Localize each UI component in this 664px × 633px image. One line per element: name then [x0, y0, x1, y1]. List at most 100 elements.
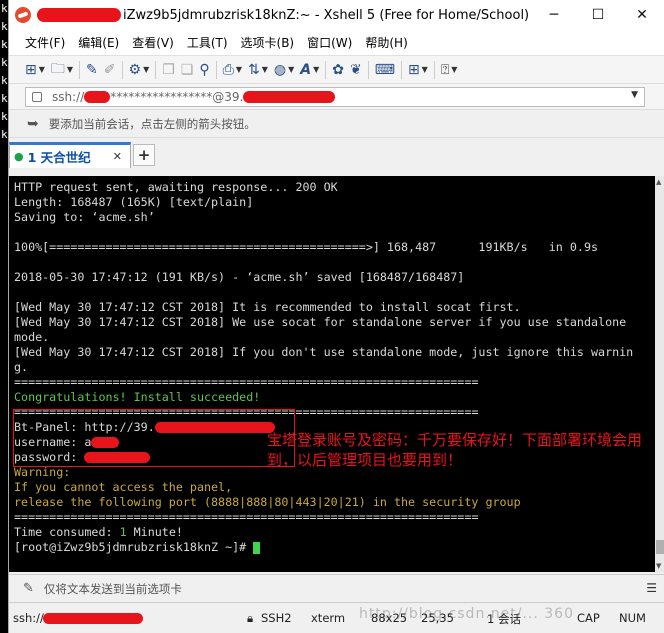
scroll-up-icon[interactable]: ▲ [656, 178, 661, 186]
compose-button[interactable]: ⊞ ▼ [408, 59, 428, 81]
tab-label: 1 天合世纪 [27, 150, 91, 165]
time-value: 1 [119, 525, 127, 539]
printer-icon: ⎙ [222, 61, 234, 78]
disconnect-button[interactable]: ✐ [104, 59, 116, 81]
xshell-logo-icon[interactable] [15, 7, 31, 23]
scroll-down-icon[interactable]: ▼ [656, 562, 661, 570]
menu-tools[interactable]: 工具(T) [187, 34, 228, 51]
address-input[interactable]: ssh:// *****************@39. ▼ [25, 87, 645, 107]
terminal-line: mode. [14, 330, 50, 344]
lock-icon [32, 92, 42, 102]
bookmark-arrow-icon[interactable]: ➥ [27, 116, 39, 132]
transfer-button[interactable]: ⇅ ▼ [248, 59, 268, 81]
address-dropdown-icon[interactable]: ▼ [631, 90, 638, 100]
scroll-thumb[interactable] [656, 540, 664, 554]
new-session-button[interactable]: ⊞ ▼ [25, 59, 45, 81]
menu-view[interactable]: 查看(V) [132, 34, 174, 51]
lock-icon: 🔒︎ [247, 611, 254, 625]
send-text-label: 仅将文本发送到当前选项卡 [43, 581, 182, 596]
toolbar-divider [121, 60, 123, 79]
menu-file[interactable]: 文件(F) [25, 34, 65, 51]
xmanager-button[interactable]: ❦ [350, 59, 362, 81]
address-redaction [84, 91, 111, 103]
keyboard-icon: ⌨ [374, 61, 395, 78]
xftp-icon: ✿ [332, 61, 344, 78]
toolbar-divider [325, 60, 327, 79]
chevron-down-icon: ▼ [38, 65, 45, 74]
maximize-button[interactable]: ☐ [576, 0, 620, 30]
properties-button[interactable]: ⚙ ▼ [129, 59, 150, 81]
menu-edit[interactable]: 编辑(E) [78, 34, 119, 51]
print-button[interactable]: ⎙ ▼ [223, 59, 242, 81]
terminal-line: Length: 168487 (165K) [text/plain] [14, 195, 254, 209]
chevron-down-icon: ▼ [313, 65, 320, 74]
chevron-down-icon: ▼ [143, 65, 150, 74]
toolbar-divider [215, 60, 217, 79]
terminal-line: 100%[===================================… [14, 240, 599, 254]
minimize-button[interactable]: ─ [532, 0, 576, 30]
send-text-bar[interactable]: ✎ 仅将文本发送到当前选项卡 ☰ [9, 574, 664, 602]
close-button[interactable]: ✕ [620, 0, 664, 30]
strip-char: k [1, 74, 8, 87]
open-folder-button[interactable]: 🗀 ▼ [51, 59, 73, 81]
status-terminal-type: xterm [311, 611, 346, 625]
connect-button[interactable]: ✎ [86, 59, 98, 81]
copy-button[interactable]: ❐ [162, 59, 175, 81]
terminal-line: g. [14, 360, 29, 374]
connected-status-icon: ● [14, 150, 24, 163]
prompt-line: [root@iZwz9b5jdmrubzrisk18knZ ~]# [14, 540, 655, 555]
menu-help[interactable]: 帮助(H) [365, 34, 407, 51]
status-num: NUM [619, 611, 646, 625]
menu-tabs[interactable]: 选项卡(B) [241, 34, 295, 51]
terminal-line: ========================================… [14, 375, 479, 389]
time-consumed-line: Time consumed: 1 Minute! [14, 525, 655, 540]
status-host-redaction [43, 613, 143, 624]
install-success-line: Congratulations! Install succeeded! [14, 390, 261, 404]
add-tab-button[interactable]: + [133, 144, 155, 166]
chevron-down-icon: ▼ [235, 65, 242, 74]
chevron-down-icon: ▼ [261, 65, 268, 74]
help-button[interactable]: ⍰ ▼ [441, 59, 458, 81]
globe-button[interactable]: ◍ ▼ [274, 59, 294, 81]
new-session-icon: ⊞ [25, 61, 37, 78]
help-icon: ⍰ [440, 61, 450, 78]
strip-char: k [1, 20, 8, 33]
toolbar: ⊞ ▼ 🗀 ▼ ✎ ✐ ⚙ ▼ ❐ ❏ ⚲ ⎙ ▼ ⇅ ▼ ◍ ▼ A ▼ ✿ ❦ ⌨ ⊞ ▼ … [9, 56, 664, 84]
copy-icon: ❐ [162, 61, 175, 78]
connect-icon: ✎ [86, 61, 98, 78]
paste-icon: ❏ [180, 61, 194, 78]
find-button[interactable]: ⚲ [199, 59, 209, 81]
title-bar[interactable]: iZwz9b5jdmrubzrisk18knZ:~ - Xshell 5 (Fr… [9, 0, 664, 30]
window-title: iZwz9b5jdmrubzrisk18knZ:~ - Xshell 5 (Fr… [123, 7, 530, 23]
status-host: ssh:// [13, 611, 44, 625]
toolbar-divider [367, 60, 369, 79]
menu-icon[interactable]: ☰ [646, 581, 657, 595]
menu-bar: 文件(F) 编辑(E) 查看(V) 工具(T) 选项卡(B) 窗口(W) 帮助(… [9, 30, 664, 56]
background-window-strip: k k k k k k k k [0, 0, 8, 633]
toolbar-divider [400, 60, 402, 79]
toolbar-divider [155, 60, 157, 79]
chevron-down-icon: ▼ [66, 65, 74, 74]
terminal-line: Saving to: ‘acme.sh’ [14, 210, 155, 224]
status-sessions: 1 会话 [487, 612, 521, 626]
tab-close-icon[interactable]: ✕ [113, 150, 122, 163]
strip-char: k [1, 110, 8, 123]
credentials-annotation: 宝塔登录账号及密码：千万要保存好！下面部署环境会用到，以后管理项目也要用到！ [267, 431, 643, 469]
font-button[interactable]: A ▼ [300, 59, 319, 81]
warning-line: If you cannot access the panel, [14, 480, 233, 494]
terminal-line: ========================================… [14, 510, 479, 524]
xftp-button[interactable]: ✿ [332, 59, 344, 81]
disconnect-icon: ✐ [103, 61, 116, 78]
menu-window[interactable]: 窗口(W) [307, 34, 352, 51]
chevron-down-icon: ▼ [288, 65, 295, 74]
keyboard-button[interactable]: ⌨ [375, 59, 395, 81]
paste-button[interactable]: ❏ [181, 59, 194, 81]
send-text-icon: ✎ [23, 581, 34, 596]
tab-session-1[interactable]: ● 1 天合世纪 ✕ [9, 142, 131, 168]
terminal-scrollbar[interactable]: ▲ ▼ [655, 176, 664, 572]
warning-line: release the following port (8888|888|80|… [14, 495, 521, 509]
terminal-output[interactable]: HTTP request sent, awaiting response... … [9, 176, 655, 572]
properties-icon: ⚙ [128, 61, 142, 78]
